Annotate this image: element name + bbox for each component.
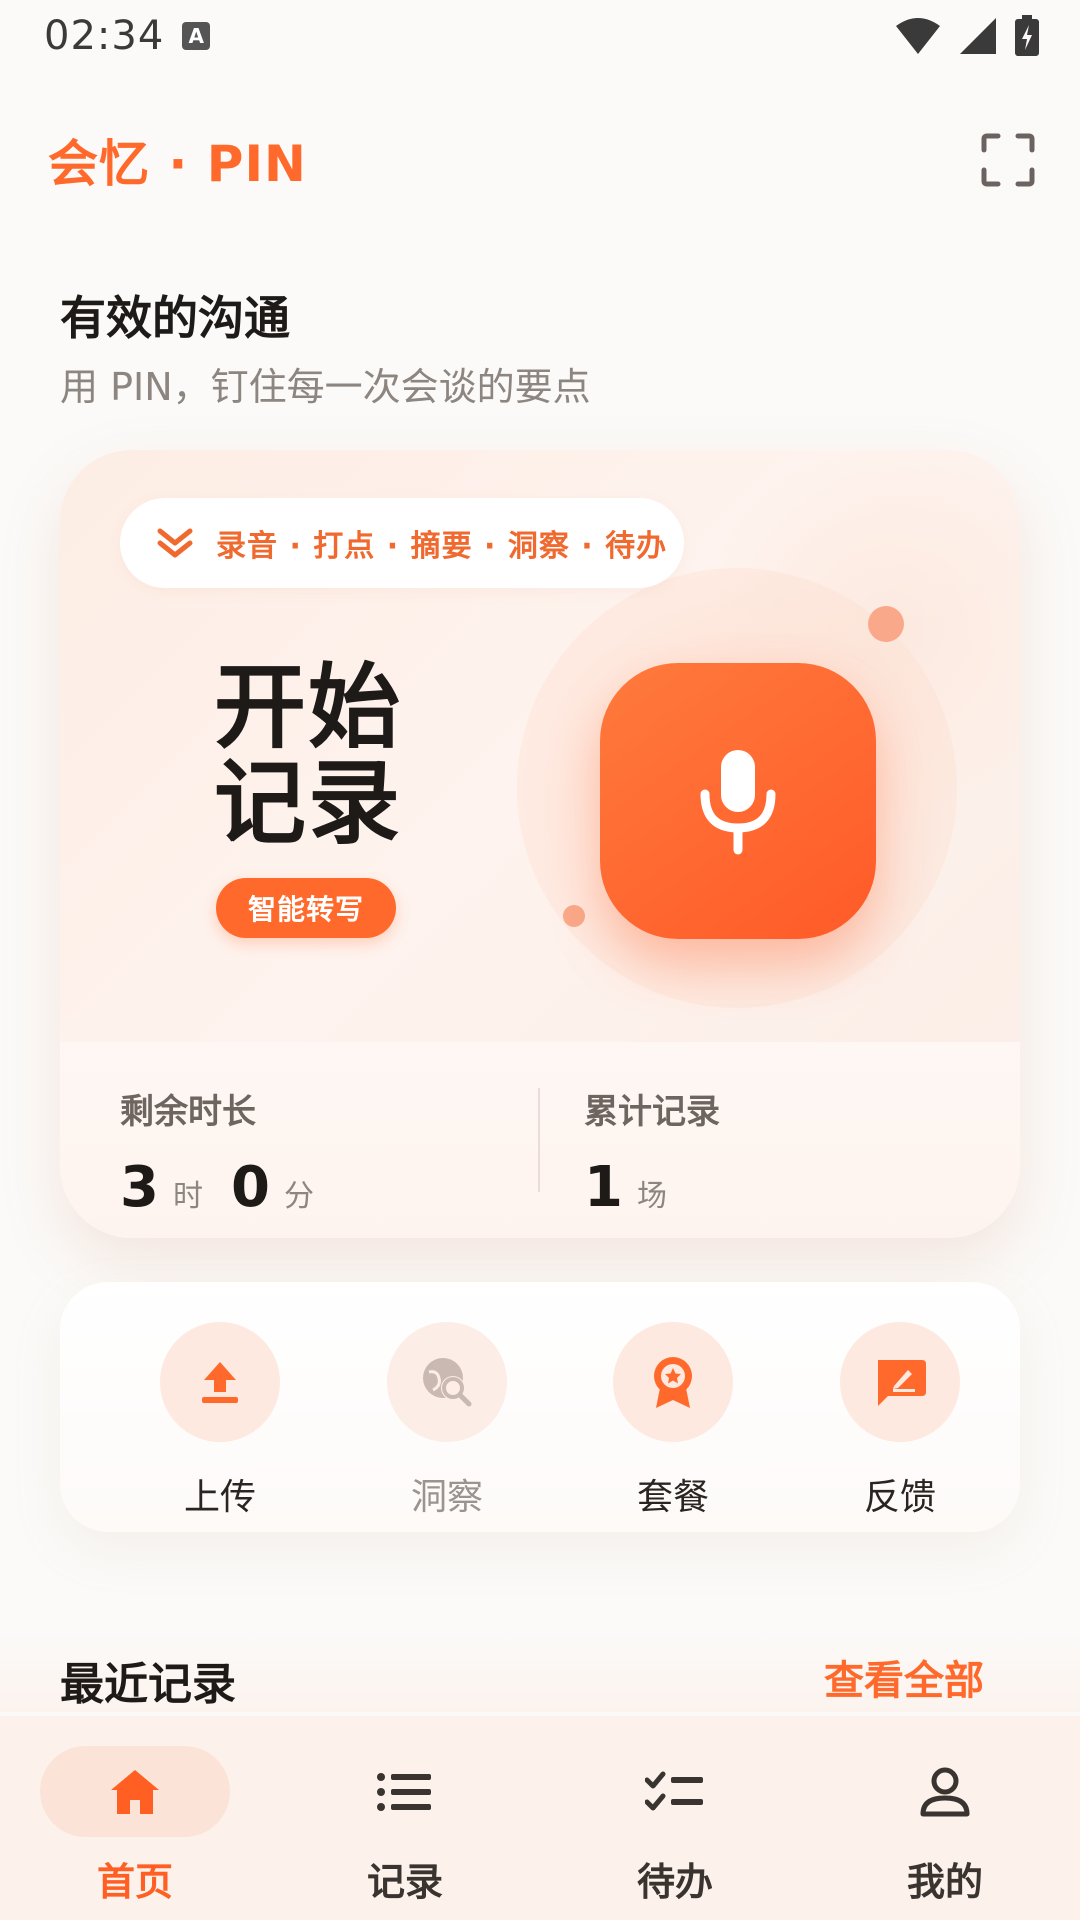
- features-pill: 录音 · 打点 · 摘要 · 洞察 · 待办: [120, 498, 684, 588]
- count-unit: 场: [636, 1179, 667, 1214]
- start-record-title: 开始记录: [214, 654, 403, 857]
- intro-title: 有效的沟通: [60, 291, 290, 345]
- remaining-minutes: 0: [230, 1155, 270, 1220]
- action-insight-label: 洞察: [410, 1477, 483, 1518]
- total-records-count: 1: [584, 1155, 623, 1220]
- microphone-icon: [700, 750, 776, 855]
- status-time: 02:34: [44, 13, 165, 59]
- record-mic-button[interactable]: [600, 663, 876, 939]
- feedback-icon: [878, 1360, 926, 1406]
- smart-transcribe-tag: 智能转写: [216, 878, 396, 938]
- total-records-value: 1 场: [584, 1155, 720, 1220]
- decor-dot: [868, 606, 904, 642]
- nav-me-pill: [850, 1746, 1040, 1837]
- upload-icon: [202, 1362, 238, 1403]
- fullscreen-icon[interactable]: [980, 132, 1036, 188]
- remaining-hours: 3: [120, 1155, 159, 1220]
- nav-item-records[interactable]: 记录: [310, 1746, 500, 1906]
- checklist-icon: [645, 1771, 703, 1810]
- app-header: 会忆 · PIN: [0, 120, 1080, 200]
- feedback-icon-circle: [840, 1322, 960, 1442]
- start-record-card[interactable]: 录音 · 打点 · 摘要 · 洞察 · 待办 开始记录 智能转写 剩余时长 3 …: [60, 450, 1020, 1238]
- wifi-icon: [896, 18, 940, 54]
- nav-item-me[interactable]: 我的: [850, 1746, 1040, 1906]
- badge-icon-circle: [613, 1322, 733, 1442]
- action-plan[interactable]: 套餐: [593, 1322, 753, 1520]
- quick-actions-card: 上传 洞察 套餐 反馈: [60, 1282, 1020, 1532]
- nav-me-label: 我的: [906, 1860, 983, 1904]
- double-chevron-down-icon: [157, 528, 193, 558]
- bottom-nav: 首页 记录 待办 我的: [0, 1716, 1080, 1920]
- remaining-time-value: 3 时 0 分: [120, 1155, 328, 1220]
- action-insight[interactable]: 洞察: [367, 1322, 527, 1520]
- home-icon: [111, 1769, 159, 1814]
- intro-subtitle: 用 PIN，钉住每一次会谈的要点: [60, 365, 591, 409]
- app-title: 会忆 · PIN: [48, 135, 307, 193]
- battery-charging-icon: [1015, 15, 1039, 56]
- nav-todo-pill: [580, 1746, 770, 1837]
- insight-icon-circle: [387, 1322, 507, 1442]
- status-bar: 02:34 A: [0, 0, 1080, 72]
- nav-records-pill: [310, 1746, 500, 1837]
- action-upload[interactable]: 上传: [140, 1322, 300, 1520]
- decor-dot: [563, 905, 585, 927]
- nav-item-todo[interactable]: 待办: [580, 1746, 770, 1906]
- total-records-stat: 累计记录 1 场: [584, 1084, 720, 1220]
- action-feedback-label: 反馈: [863, 1477, 936, 1518]
- list-icon: [377, 1772, 431, 1811]
- features-text: 录音 · 打点 · 摘要 · 洞察 · 待办: [216, 529, 668, 564]
- action-plan-label: 套餐: [636, 1477, 709, 1518]
- status-left: 02:34 A: [44, 13, 211, 59]
- insight-icon: [423, 1358, 472, 1407]
- nav-home-pill: [40, 1746, 230, 1837]
- hours-unit: 时: [172, 1179, 203, 1214]
- badge-icon: [654, 1357, 692, 1408]
- action-upload-label: 上传: [183, 1477, 256, 1518]
- nav-home-label: 首页: [96, 1860, 173, 1904]
- stats-area: 剩余时长 3 时 0 分 累计记录 1 场: [60, 1042, 1020, 1238]
- remaining-time-stat: 剩余时长 3 时 0 分: [120, 1084, 328, 1220]
- remaining-time-label: 剩余时长: [120, 1092, 256, 1132]
- recent-records-title: 最近记录: [60, 1659, 236, 1710]
- person-icon: [920, 1767, 970, 1816]
- notification-a-icon: A: [182, 22, 211, 50]
- action-feedback[interactable]: 反馈: [820, 1322, 980, 1520]
- nav-item-home[interactable]: 首页: [40, 1746, 230, 1906]
- status-right: [894, 15, 1040, 57]
- see-all-link[interactable]: 查看全部: [824, 1648, 984, 1706]
- nav-todo-label: 待办: [636, 1860, 713, 1904]
- minutes-unit: 分: [283, 1179, 314, 1214]
- total-records-label: 累计记录: [584, 1092, 720, 1132]
- stat-divider: [538, 1088, 540, 1192]
- nav-records-label: 记录: [366, 1860, 443, 1904]
- cellular-signal-icon: [960, 18, 996, 54]
- upload-icon-circle: [160, 1322, 280, 1442]
